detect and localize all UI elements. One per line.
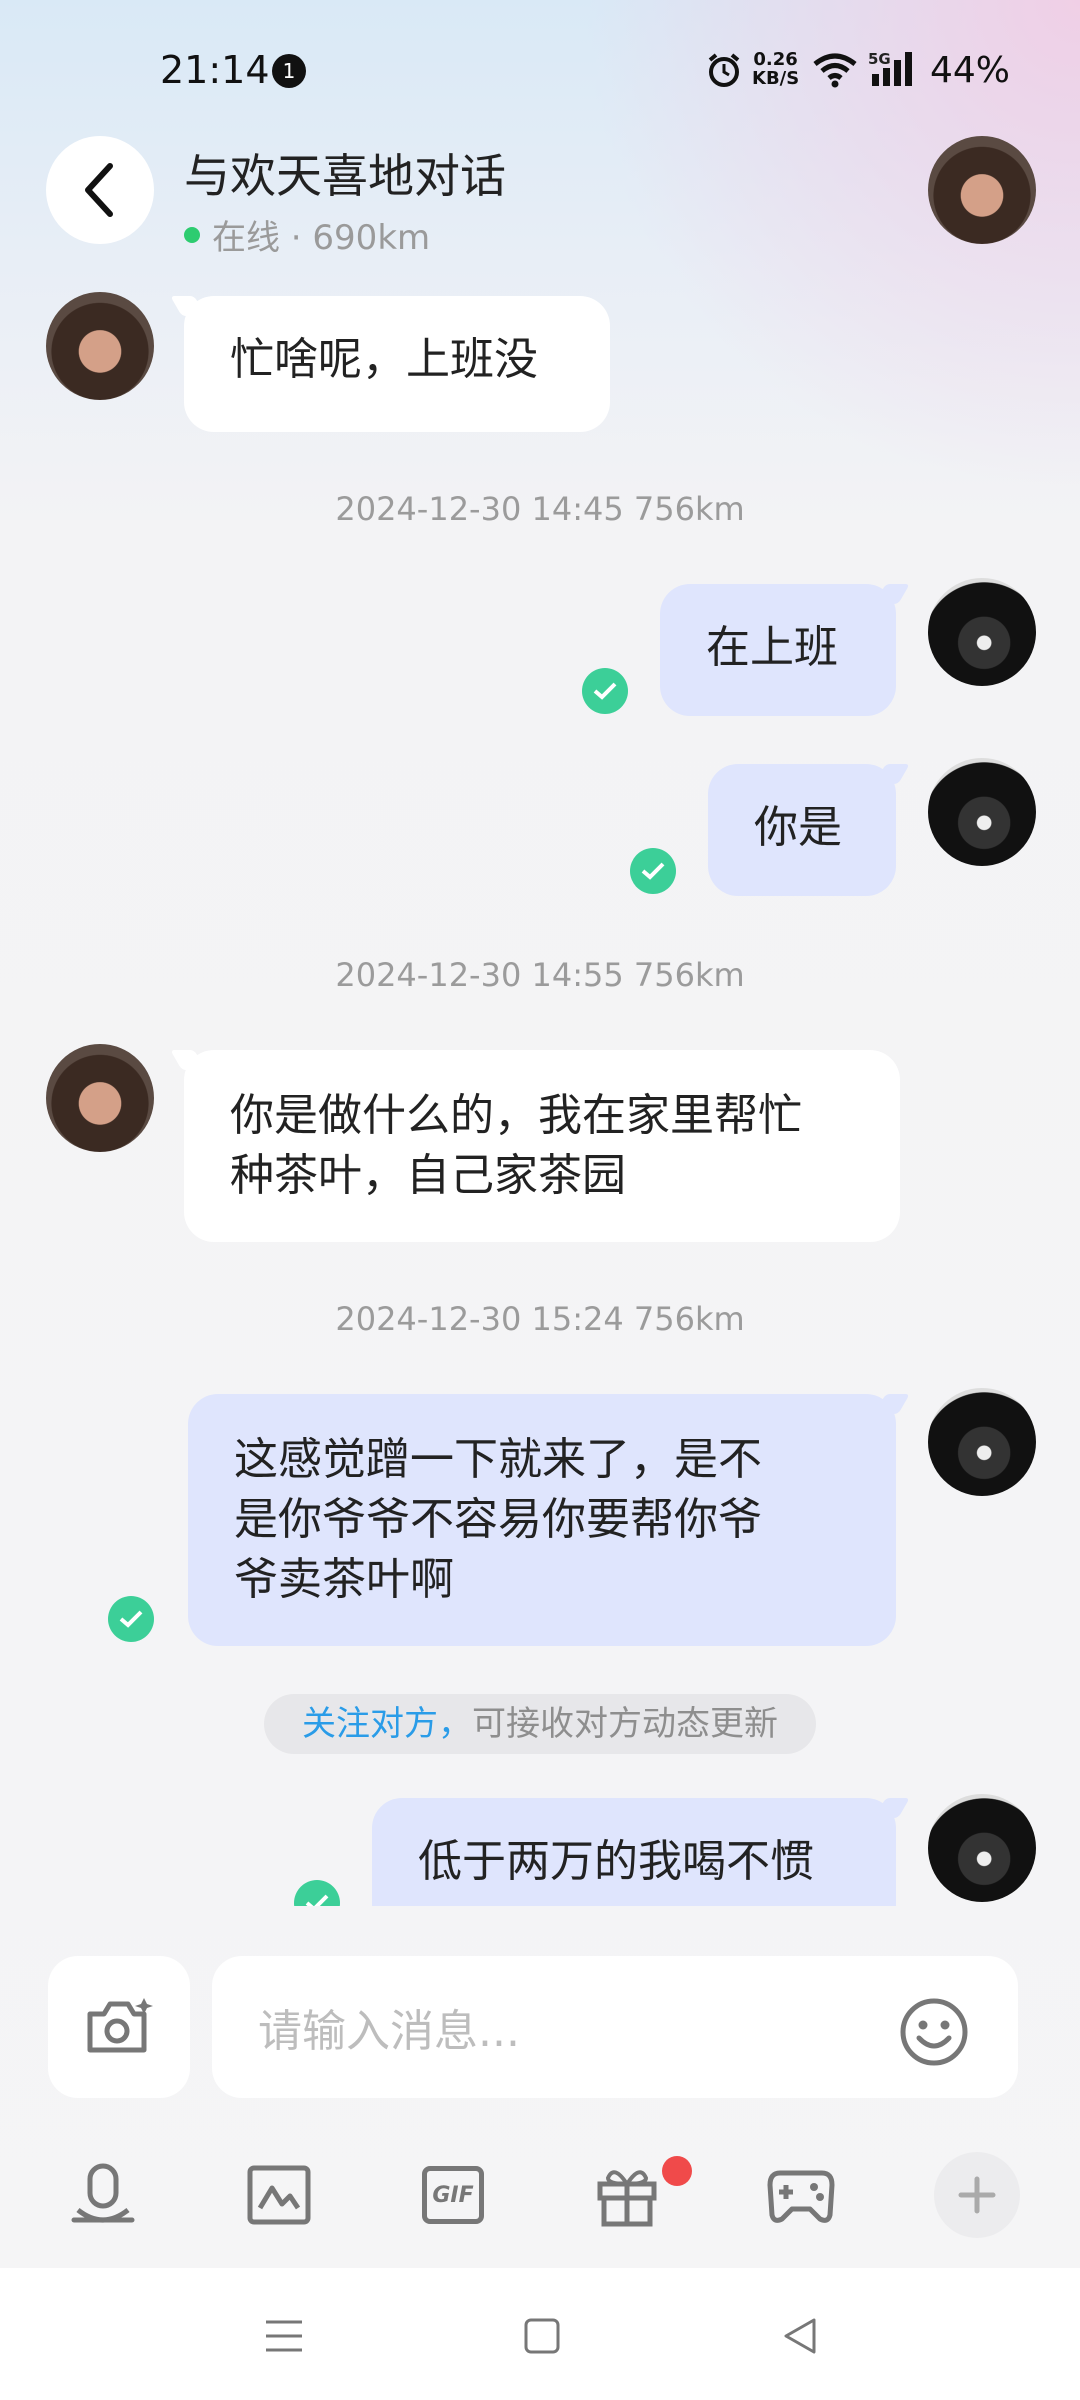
message-timestamp: 2024-12-30 14:55 756km — [335, 956, 745, 994]
alarm-icon — [708, 53, 740, 87]
camera-button[interactable] — [48, 1956, 190, 2098]
my-avatar[interactable] — [928, 1794, 1036, 1902]
read-check-icon — [630, 848, 676, 894]
contact-avatar[interactable] — [928, 136, 1036, 244]
my-avatar[interactable] — [928, 1388, 1036, 1496]
my-avatar[interactable] — [928, 578, 1036, 686]
home-icon — [524, 2318, 560, 2354]
cellular-signal-icon: 5G — [868, 50, 920, 88]
image-icon — [247, 2165, 311, 2225]
message-bubble-sent[interactable]: 这感觉蹭一下就来了，是不 是你爷爷不容易你要帮你爷 爷卖茶叶啊 — [188, 1394, 896, 1646]
her-avatar[interactable] — [46, 292, 154, 400]
menu-icon — [266, 2320, 302, 2352]
message-bubble-received[interactable]: 忙啥呢，上班没 — [184, 296, 610, 432]
message-bubble-sent[interactable]: 你是 — [708, 764, 896, 896]
chevron-left-icon — [85, 163, 113, 217]
online-status: 在线 · 690km — [184, 210, 430, 259]
gif-icon: GIF — [422, 2166, 484, 2224]
notification-badge: 1 — [272, 54, 306, 88]
menu-button[interactable] — [254, 2306, 314, 2366]
game-button[interactable] — [766, 2160, 836, 2230]
back-triangle-icon — [784, 2318, 816, 2354]
message-timestamp: 2024-12-30 14:45 756km — [335, 490, 745, 528]
read-check-icon — [108, 1596, 154, 1642]
chat-title: 与欢天喜地对话 — [184, 149, 506, 203]
message-timestamp: 2024-12-30 15:24 756km — [335, 1300, 745, 1338]
voice-icon — [71, 2163, 135, 2223]
camera-icon — [87, 1998, 153, 2053]
more-button[interactable] — [934, 2152, 1020, 2238]
battery-level: 44% — [930, 50, 1011, 91]
game-icon — [767, 2170, 835, 2223]
image-button[interactable] — [244, 2160, 314, 2230]
follow-tip[interactable]: 关注对方，可接收对方动态更新 — [264, 1694, 816, 1754]
gif-button[interactable]: GIF — [418, 2160, 488, 2230]
follow-link[interactable]: 关注对方， — [302, 1704, 472, 1744]
message-bubble-sent[interactable]: 在上班 — [660, 584, 896, 716]
read-check-icon — [294, 1880, 340, 1906]
back-button[interactable] — [46, 136, 154, 244]
gift-icon — [597, 2170, 657, 2227]
message-bubble-received[interactable]: 你是做什么的，我在家里帮忙 种茶叶，自己家茶园 — [184, 1050, 900, 1242]
message-bubble-sent[interactable]: 低于两万的我喝不惯 — [372, 1798, 896, 1906]
her-avatar[interactable] — [46, 1044, 154, 1152]
back-nav-button[interactable] — [770, 2306, 830, 2366]
voice-button[interactable] — [68, 2160, 138, 2230]
net-speed: 0.26 KB/S — [752, 49, 800, 89]
online-dot — [184, 226, 200, 243]
gift-notification-dot — [662, 2156, 692, 2186]
my-avatar[interactable] — [928, 758, 1036, 866]
read-check-icon — [582, 668, 628, 714]
status-bar: 21:14 1 0.26 KB/S 5G 44% — [0, 0, 1080, 140]
home-button[interactable] — [512, 2306, 572, 2366]
wifi-icon — [813, 53, 857, 88]
plus-icon — [958, 2176, 996, 2214]
emoji-icon[interactable] — [898, 1996, 970, 2068]
gift-button[interactable] — [592, 2160, 662, 2230]
status-time: 21:14 — [160, 48, 270, 92]
message-clip: 低于两万的我喝不惯 — [0, 1790, 1080, 1906]
